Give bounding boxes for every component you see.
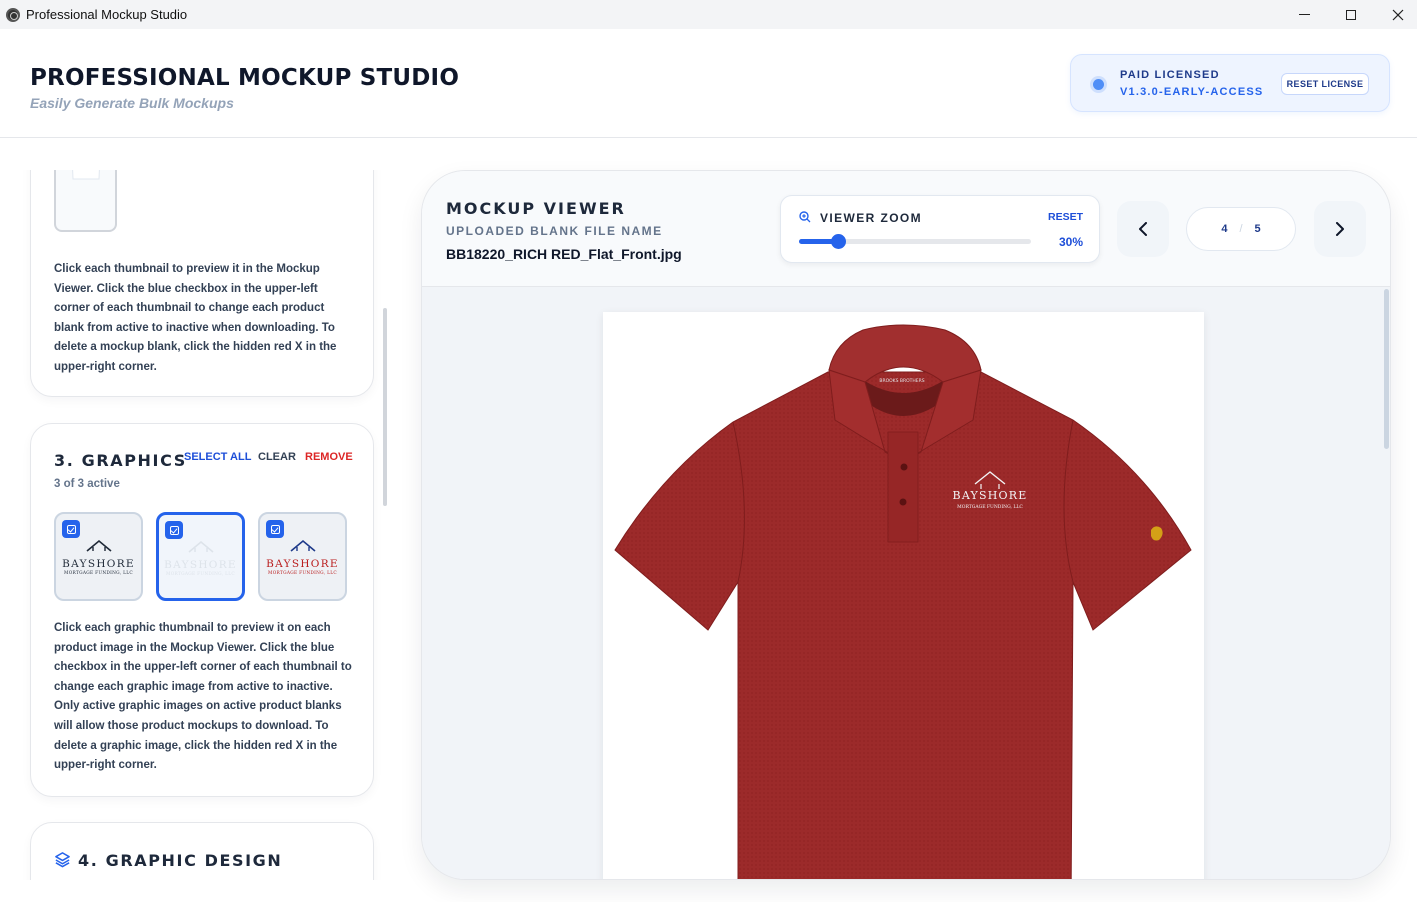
license-version: V1.3.0-EARLY-ACCESS xyxy=(1120,86,1264,98)
page-current: 4 xyxy=(1221,223,1228,235)
zoom-in-icon xyxy=(799,211,811,223)
graphic-logo-tagline: MORTGAGE FUNDING, LLC xyxy=(64,571,133,576)
chevron-left-icon xyxy=(1139,222,1147,236)
shirt-logo-tagline: MORTGAGE FUNDING, LLC xyxy=(957,504,1023,510)
page-subtitle: Easily Generate Bulk Mockups xyxy=(30,95,234,111)
zoom-reset-button[interactable]: RESET xyxy=(1048,211,1083,223)
graphic-design-section-title: 4. GRAPHIC DESIGN xyxy=(78,851,283,870)
graphic-logo-word: BAYSHORE xyxy=(164,559,237,571)
graphic-logo: BAYSHORE MORTGAGE FUNDING, LLC xyxy=(56,538,141,576)
graphics-section-title: 3. GRAPHICS xyxy=(54,451,187,470)
zoom-label: VIEWER ZOOM xyxy=(820,211,923,225)
graphic-thumbnail[interactable]: BAYSHORE MORTGAGE FUNDING, LLC xyxy=(258,512,347,601)
license-status-dot xyxy=(1093,79,1104,90)
graphic-logo-tagline: MORTGAGE FUNDING, LLC xyxy=(268,571,337,576)
previous-button[interactable] xyxy=(1117,201,1169,257)
app-header: PROFESSIONAL MOCKUP STUDIO Easily Genera… xyxy=(0,29,1417,138)
blank-thumbnail[interactable] xyxy=(54,170,117,232)
minimize-icon xyxy=(1298,14,1310,15)
reset-license-button[interactable]: RESET LICENSE xyxy=(1281,73,1369,95)
window-titlebar: Professional Mockup Studio xyxy=(0,0,1417,29)
next-button[interactable] xyxy=(1314,201,1366,257)
app-icon xyxy=(6,7,20,22)
close-icon xyxy=(1392,9,1404,20)
page-title: PROFESSIONAL MOCKUP STUDIO xyxy=(30,65,460,91)
graphic-logo-tagline: MORTGAGE FUNDING, LLC xyxy=(166,572,235,577)
license-card: PAID LICENSED V1.3.0-EARLY-ACCESS RESET … xyxy=(1070,54,1390,112)
viewer-header: MOCKUP VIEWER UPLOADED BLANK FILE NAME B… xyxy=(422,171,1390,287)
checkbox-icon xyxy=(169,525,179,535)
file-name-value: BB18220_RICH RED_Flat_Front.jpg xyxy=(446,246,682,262)
window-title: Professional Mockup Studio xyxy=(26,7,188,22)
mockup-preview[interactable]: BROOKS BROTHERS BAYSHORE MORTGAGE FUNDIN… xyxy=(603,312,1204,879)
roof-icon xyxy=(187,540,214,553)
graphic-logo: BAYSHORE MORTGAGE FUNDING, LLC xyxy=(260,538,345,576)
polo-shirt-image: BROOKS BROTHERS BAYSHORE MORTGAGE FUNDIN… xyxy=(614,324,1192,879)
roof-icon xyxy=(289,539,316,552)
zoom-value: 30% xyxy=(1058,235,1083,249)
graphic-thumbnail[interactable]: BAYSHORE MORTGAGE FUNDING, LLC xyxy=(156,512,245,601)
page-indicator: 4 / 5 xyxy=(1186,207,1296,251)
roof-icon xyxy=(85,539,112,552)
graphic-design-card: 4. GRAPHIC DESIGN xyxy=(30,822,374,880)
file-name-label: UPLOADED BLANK FILE NAME xyxy=(446,224,663,238)
zoom-slider-handle[interactable] xyxy=(831,234,847,249)
left-panel-scrollbar[interactable] xyxy=(383,308,387,506)
thumbnail-checkbox[interactable] xyxy=(266,520,284,538)
thumbnail-checkbox[interactable] xyxy=(62,520,80,538)
shirt-logo-word: BAYSHORE xyxy=(953,489,1028,502)
minimize-button[interactable] xyxy=(1281,0,1327,29)
graphic-logo-word: BAYSHORE xyxy=(62,558,135,570)
maximize-icon xyxy=(1346,9,1356,20)
zoom-card: VIEWER ZOOM RESET 30% xyxy=(780,195,1100,263)
thumbnail-checkbox[interactable] xyxy=(165,521,183,539)
chevron-right-icon xyxy=(1336,222,1344,236)
graphics-active-count: 3 of 3 active xyxy=(54,478,120,490)
svg-text:BROOKS BROTHERS: BROOKS BROTHERS xyxy=(879,378,924,384)
license-status: PAID LICENSED xyxy=(1120,69,1220,81)
checkbox-icon xyxy=(270,524,280,534)
viewer-scrollbar[interactable] xyxy=(1384,289,1389,449)
mockup-viewer: MOCKUP VIEWER UPLOADED BLANK FILE NAME B… xyxy=(421,170,1391,880)
maximize-button[interactable] xyxy=(1328,0,1374,29)
layers-icon xyxy=(55,852,70,868)
viewer-canvas[interactable]: BROOKS BROTHERS BAYSHORE MORTGAGE FUNDIN… xyxy=(422,287,1390,879)
graphics-card: 3. GRAPHICS SELECT ALL CLEAR REMOVE 3 of… xyxy=(30,423,374,797)
clear-button[interactable]: CLEAR xyxy=(258,451,296,463)
tshirt-image xyxy=(72,170,100,180)
select-all-button[interactable]: SELECT ALL xyxy=(184,451,251,463)
page-separator: / xyxy=(1239,223,1243,235)
page-total: 5 xyxy=(1254,223,1261,235)
viewer-title: MOCKUP VIEWER xyxy=(446,199,626,218)
left-panel[interactable]: Click each thumbnail to preview it in th… xyxy=(0,170,383,880)
graphic-logo-word: BAYSHORE xyxy=(266,558,339,570)
zoom-slider[interactable] xyxy=(799,234,1031,249)
close-button[interactable] xyxy=(1375,0,1417,29)
checkbox-icon xyxy=(66,524,76,534)
remove-button[interactable]: REMOVE xyxy=(305,451,353,463)
graphic-logo: BAYSHORE MORTGAGE FUNDING, LLC xyxy=(159,539,242,577)
graphic-thumbnail[interactable]: BAYSHORE MORTGAGE FUNDING, LLC xyxy=(54,512,143,601)
blanks-help-text: Click each thumbnail to preview it in th… xyxy=(54,263,337,373)
blanks-card: Click each thumbnail to preview it in th… xyxy=(30,170,374,397)
graphics-help-text: Click each graphic thumbnail to preview … xyxy=(54,622,352,772)
